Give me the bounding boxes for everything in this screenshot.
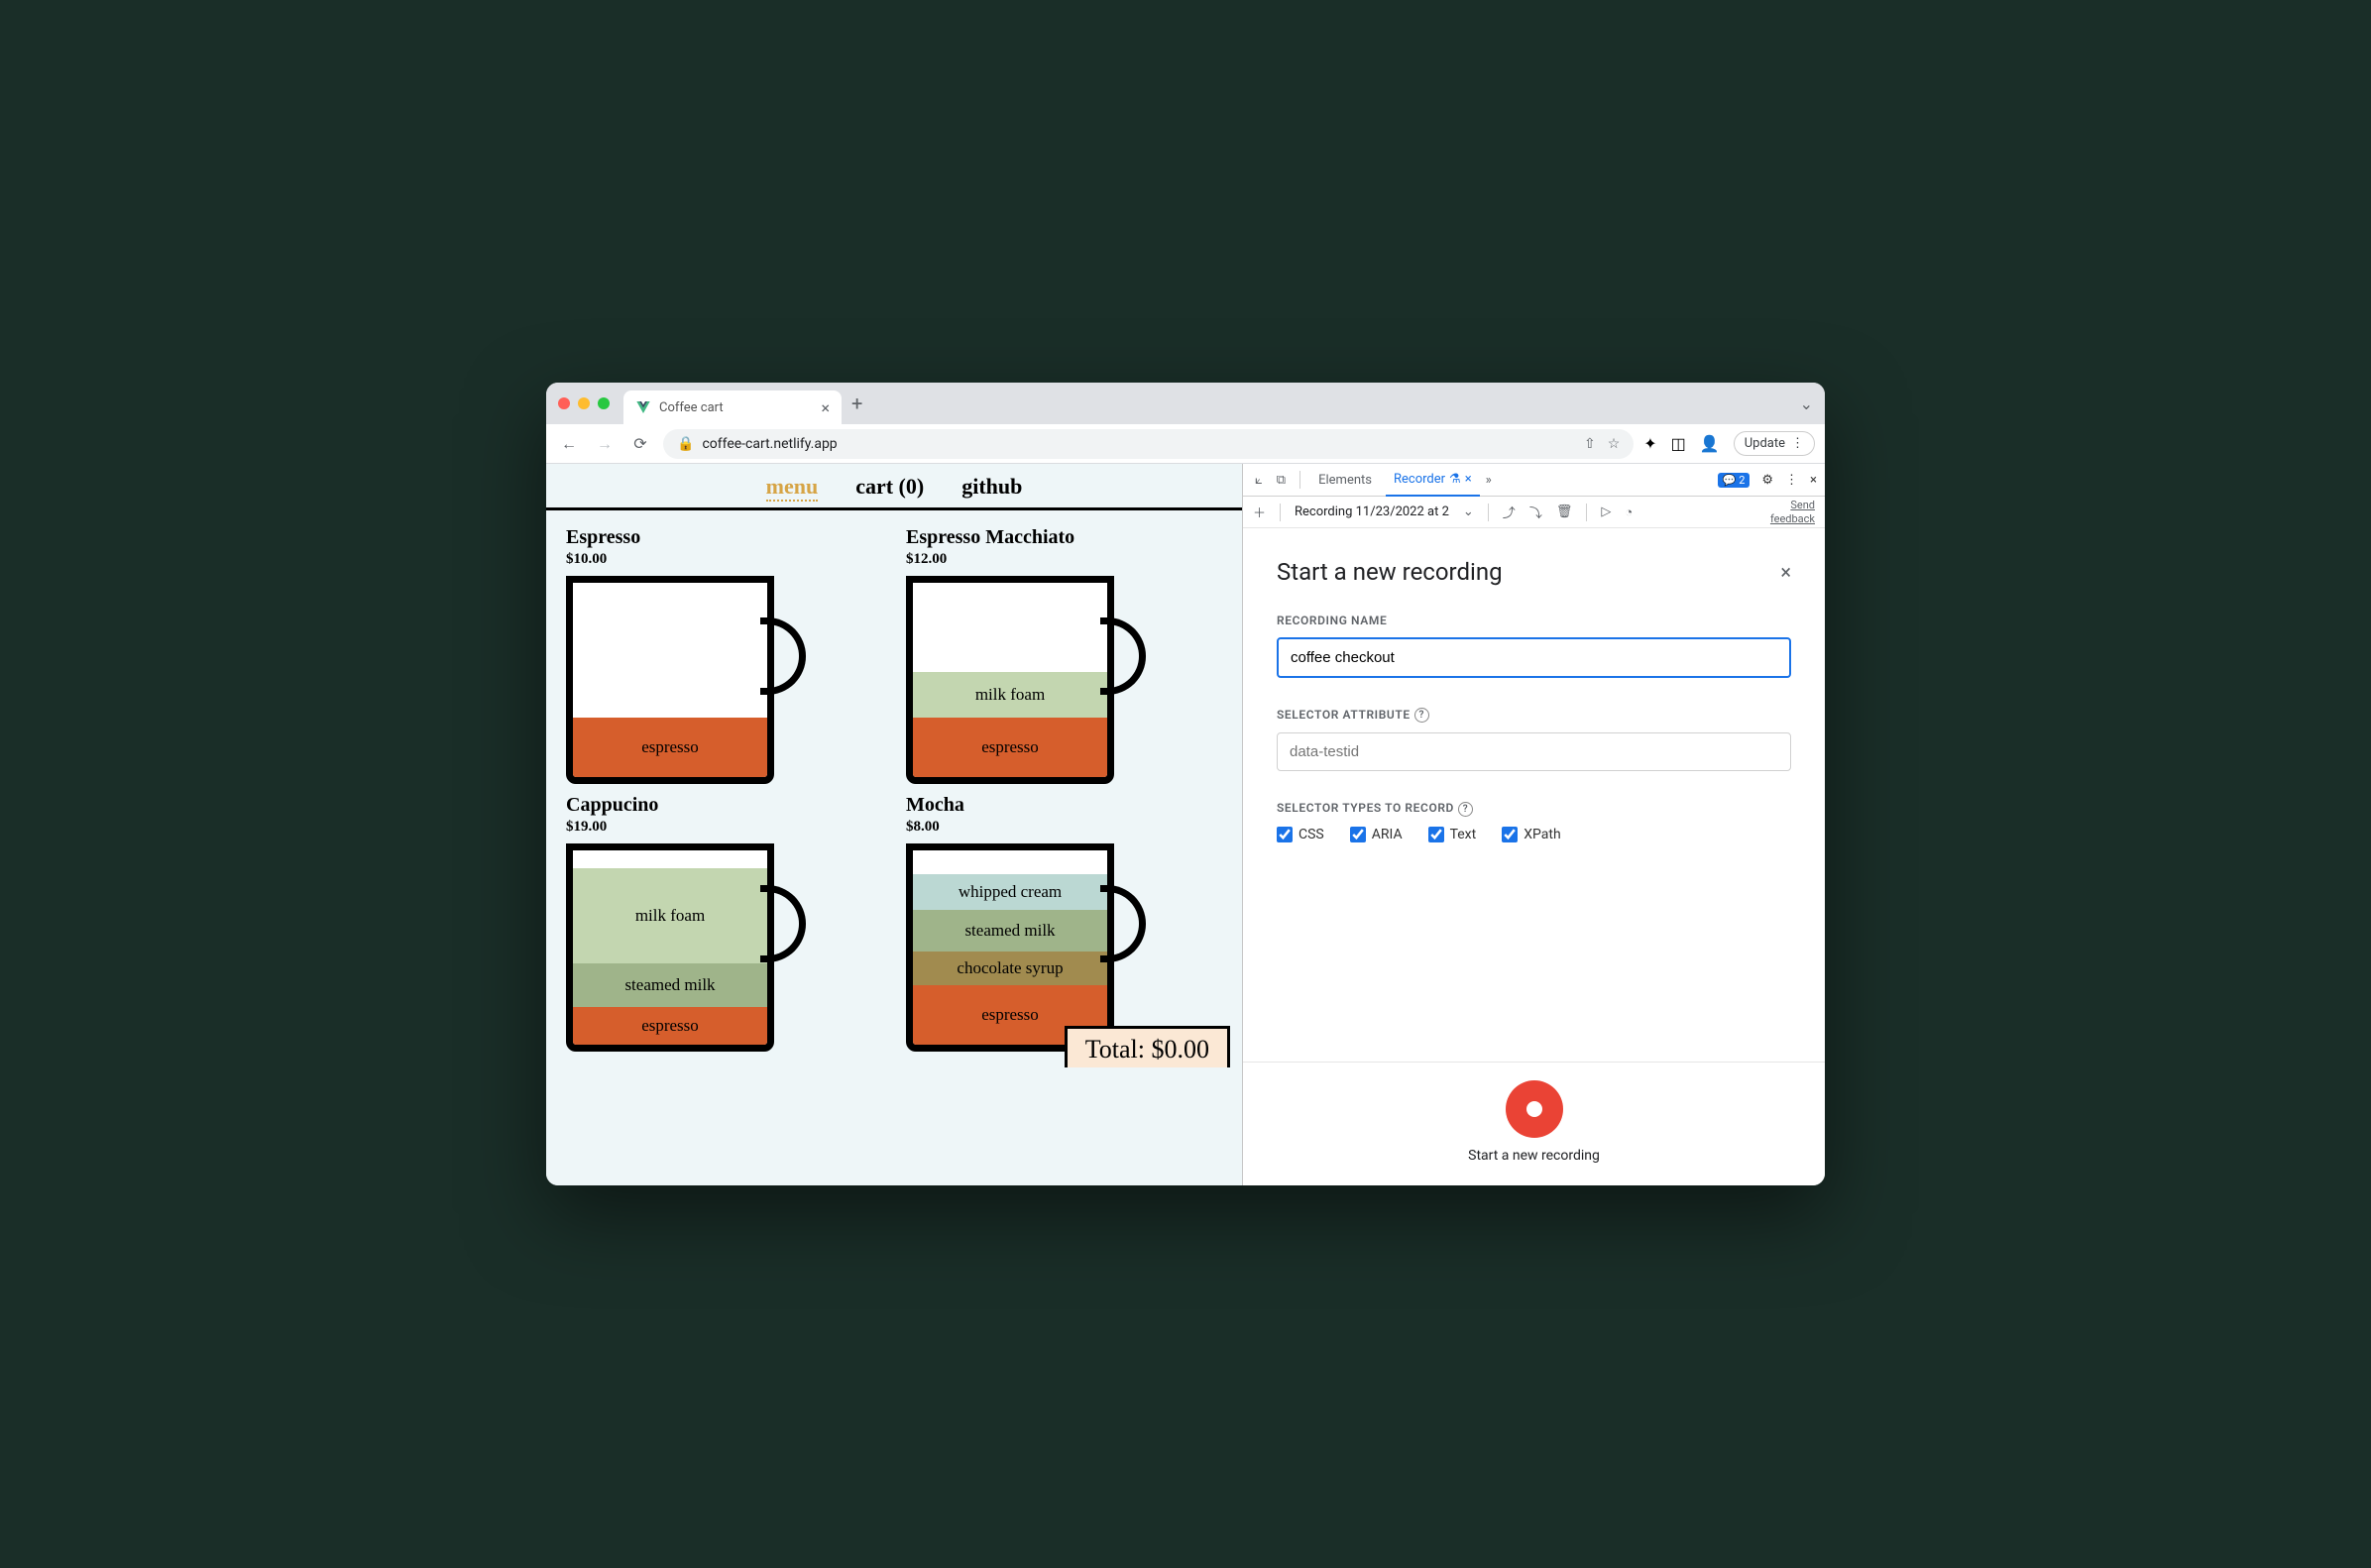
close-devtools-icon[interactable]: ×	[1810, 473, 1817, 488]
recording-name-label: RECORDING NAME	[1277, 614, 1791, 627]
devtools-tabs: ⟀ ⧉ Elements Recorder ⚗ × » 💬 2 ⚙ ⋮ ×	[1243, 464, 1825, 497]
browser-window: Coffee cart × + ⌄ ← → ⟳ 🔒 coffee-cart.ne…	[546, 383, 1825, 1185]
page-nav: menu cart (0) github	[546, 464, 1242, 510]
recording-selector[interactable]: Recording 11/23/2022 at 2	[1295, 504, 1449, 519]
recording-name-input[interactable]	[1277, 637, 1791, 678]
recorder-toolbar: ＋ Recording 11/23/2022 at 2 ⌄ ⤴ ⤵ 🗑 ▷ ◔ …	[1243, 497, 1825, 528]
products-grid: Espresso $10.00 espresso Espresso Macchi…	[546, 510, 1242, 1067]
product-name: Cappucino	[566, 794, 882, 817]
flask-icon: ⚗	[1449, 472, 1461, 487]
tab-recorder[interactable]: Recorder ⚗ ×	[1386, 464, 1480, 497]
profile-icon[interactable]: 👤	[1700, 434, 1720, 453]
product-card[interactable]: Espresso Macchiato $12.00 milk foamespre…	[906, 526, 1222, 784]
back-button[interactable]: ←	[556, 431, 582, 457]
issues-badge[interactable]: 💬 2	[1718, 473, 1750, 488]
download-icon[interactable]: ⤵	[1529, 503, 1542, 521]
product-card[interactable]: Mocha $8.00 whipped creamsteamed milkcho…	[906, 794, 1222, 1052]
check-text[interactable]: Text	[1428, 827, 1477, 842]
tabs-dropdown-icon[interactable]: ⌄	[1800, 394, 1813, 413]
tab-elements[interactable]: Elements	[1310, 464, 1380, 497]
product-name: Espresso Macchiato	[906, 526, 1222, 549]
layer: espresso	[573, 718, 767, 777]
layer: milk foam	[573, 868, 767, 963]
new-tab-button[interactable]: +	[851, 392, 862, 415]
extensions-icon[interactable]: ✦	[1643, 434, 1656, 453]
start-recording-button[interactable]	[1506, 1080, 1563, 1138]
recorder-footer: Start a new recording	[1243, 1062, 1825, 1185]
settings-icon[interactable]: ⚙	[1761, 473, 1773, 488]
minimize-window-button[interactable]	[578, 397, 590, 409]
product-price: $19.00	[566, 819, 882, 836]
browser-toolbar: ← → ⟳ 🔒 coffee-cart.netlify.app ⇧ ☆ ✦ ◫ …	[546, 424, 1825, 464]
maximize-window-button[interactable]	[598, 397, 610, 409]
check-xpath[interactable]: XPath	[1502, 827, 1560, 842]
close-tab-icon[interactable]: ×	[821, 398, 830, 417]
help-icon[interactable]: ?	[1458, 802, 1473, 817]
replay-icon[interactable]: ▷	[1601, 504, 1611, 519]
layer: espresso	[573, 1007, 767, 1045]
layer: chocolate syrup	[913, 952, 1107, 985]
inspect-icon[interactable]: ⟀	[1251, 473, 1267, 488]
more-tabs-icon[interactable]: »	[1486, 473, 1492, 488]
close-panel-icon[interactable]: ×	[1780, 560, 1791, 584]
total-badge[interactable]: Total: $0.00	[1065, 1026, 1230, 1067]
nav-cart[interactable]: cart (0)	[855, 474, 924, 502]
nav-menu[interactable]: menu	[766, 474, 819, 502]
device-toggle-icon[interactable]: ⧉	[1273, 473, 1290, 488]
vue-icon	[635, 399, 651, 415]
performance-icon[interactable]: ◔	[1625, 504, 1633, 520]
selector-attr-label: SELECTOR ATTRIBUTE?	[1277, 708, 1791, 723]
kebab-icon[interactable]: ⋮	[1785, 473, 1798, 488]
selector-attr-input[interactable]	[1277, 732, 1791, 771]
sidepanel-icon[interactable]: ◫	[1671, 434, 1686, 453]
close-tab-icon[interactable]: ×	[1465, 472, 1472, 487]
address-bar[interactable]: 🔒 coffee-cart.netlify.app ⇧ ☆	[663, 429, 1634, 459]
product-name: Espresso	[566, 526, 882, 549]
product-price: $8.00	[906, 819, 1222, 836]
selector-types-label: SELECTOR TYPES TO RECORD?	[1277, 801, 1791, 816]
close-window-button[interactable]	[558, 397, 570, 409]
update-button[interactable]: Update⋮	[1734, 431, 1815, 456]
product-name: Mocha	[906, 794, 1222, 817]
product-card[interactable]: Cappucino $19.00 milk foamsteamed milkes…	[566, 794, 882, 1052]
nav-github[interactable]: github	[961, 474, 1022, 502]
devtools-panel: ⟀ ⧉ Elements Recorder ⚗ × » 💬 2 ⚙ ⋮ ×	[1242, 464, 1825, 1185]
layer: espresso	[913, 718, 1107, 777]
recorder-body: Start a new recording × RECORDING NAME S…	[1243, 528, 1825, 1062]
coffee-cup: espresso	[566, 576, 804, 784]
send-feedback-link[interactable]: Send feedback	[1770, 499, 1815, 524]
reload-button[interactable]: ⟳	[627, 431, 653, 457]
page: menu cart (0) github Espresso $10.00 esp…	[546, 464, 1242, 1185]
delete-icon[interactable]: 🗑	[1556, 504, 1573, 519]
check-css[interactable]: CSS	[1277, 827, 1324, 842]
layer: steamed milk	[573, 963, 767, 1007]
share-icon[interactable]: ⇧	[1584, 436, 1596, 452]
browser-tab[interactable]: Coffee cart ×	[623, 391, 842, 424]
product-card[interactable]: Espresso $10.00 espresso	[566, 526, 882, 784]
coffee-cup: whipped creamsteamed milkchocolate syrup…	[906, 843, 1144, 1052]
start-recording-label: Start a new recording	[1243, 1148, 1825, 1164]
forward-button[interactable]: →	[592, 431, 618, 457]
add-recording-icon[interactable]: ＋	[1253, 503, 1266, 521]
product-price: $12.00	[906, 551, 1222, 568]
product-price: $10.00	[566, 551, 882, 568]
url-text: coffee-cart.netlify.app	[702, 436, 837, 452]
layer: milk foam	[913, 672, 1107, 718]
window-controls	[558, 397, 610, 409]
layer: whipped cream	[913, 874, 1107, 910]
coffee-cup: milk foamsteamed milkespresso	[566, 843, 804, 1052]
tab-title: Coffee cart	[659, 400, 724, 415]
lock-icon: 🔒	[677, 436, 694, 452]
content-area: menu cart (0) github Espresso $10.00 esp…	[546, 464, 1825, 1185]
upload-icon[interactable]: ⤴	[1503, 503, 1516, 521]
chevron-down-icon[interactable]: ⌄	[1463, 504, 1474, 519]
layer: steamed milk	[913, 910, 1107, 952]
panel-title: Start a new recording	[1277, 558, 1503, 586]
help-icon[interactable]: ?	[1414, 708, 1429, 723]
tab-bar: Coffee cart × + ⌄	[546, 383, 1825, 424]
bookmark-icon[interactable]: ☆	[1608, 436, 1621, 452]
coffee-cup: milk foamespresso	[906, 576, 1144, 784]
check-aria[interactable]: ARIA	[1350, 827, 1403, 842]
